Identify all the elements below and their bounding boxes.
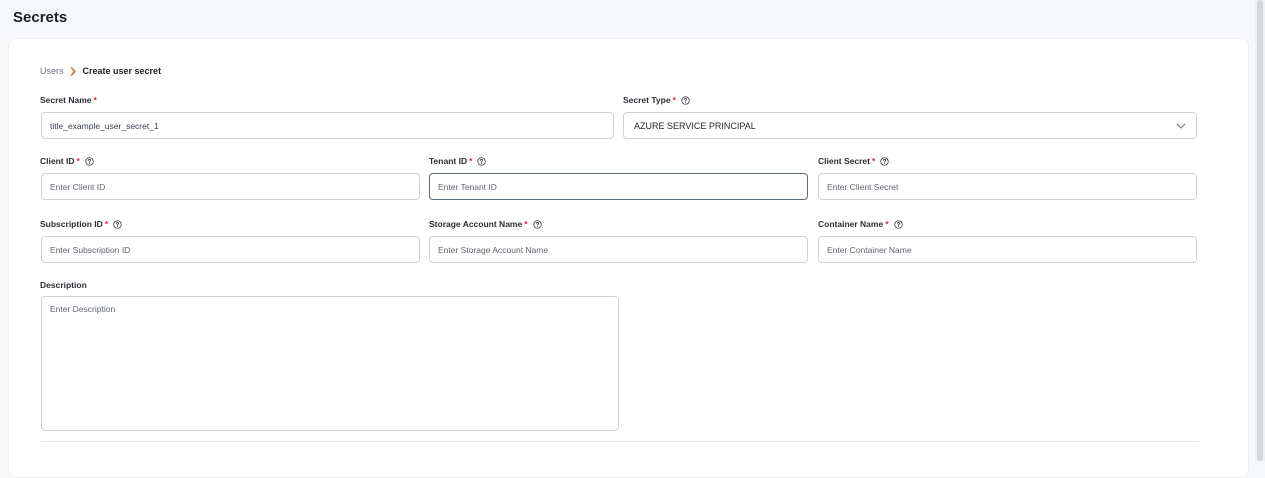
secret-name-input[interactable] [41, 112, 614, 139]
question-circle-icon[interactable] [532, 219, 542, 229]
client-secret-label-text: Client Secret [818, 156, 870, 166]
subscription-id-input[interactable] [41, 236, 420, 263]
chevron-right-icon [70, 66, 77, 76]
required-marker: * [524, 219, 528, 229]
secret-type-label-text: Secret Type [623, 95, 671, 105]
page-title: Secrets [13, 9, 68, 26]
required-marker: * [93, 95, 97, 105]
question-circle-icon[interactable] [85, 156, 94, 166]
subscription-id-label: Subscription ID * [40, 218, 122, 230]
secret-type-label: Secret Type * [623, 94, 690, 106]
scrollbar-thumb[interactable] [1257, 0, 1263, 461]
container-name-input[interactable] [818, 236, 1197, 263]
client-id-label: Client ID * [40, 155, 94, 167]
breadcrumb-users-link[interactable]: Users [40, 66, 64, 76]
client-secret-label: Client Secret * [818, 155, 889, 167]
subscription-id-label-text: Subscription ID [40, 219, 103, 229]
tenant-id-input[interactable] [429, 173, 808, 200]
required-marker: * [76, 156, 80, 166]
question-circle-icon[interactable] [880, 156, 889, 166]
breadcrumb: Users Create user secret [40, 64, 161, 78]
container-name-label: Container Name * [818, 218, 903, 230]
question-circle-icon[interactable] [893, 219, 903, 229]
secret-name-label-text: Secret Name [40, 95, 92, 105]
form-divider [41, 441, 1199, 442]
container-name-label-text: Container Name [818, 219, 884, 229]
required-marker: * [871, 156, 876, 166]
required-marker: * [469, 156, 473, 166]
question-circle-icon[interactable] [681, 95, 690, 105]
description-label: Description [40, 279, 87, 291]
secret-type-select[interactable]: AZURE SERVICE PRINCIPAL [623, 112, 1197, 139]
question-circle-icon[interactable] [113, 219, 122, 229]
client-secret-input[interactable] [818, 173, 1197, 200]
storage-account-name-input[interactable] [429, 236, 808, 263]
question-circle-icon[interactable] [477, 156, 487, 166]
required-marker: * [885, 219, 889, 229]
required-marker: * [672, 95, 676, 105]
secret-name-label: Secret Name * [40, 94, 97, 106]
breadcrumb-current: Create user secret [82, 66, 162, 76]
description-textarea[interactable] [41, 296, 619, 431]
client-id-input[interactable] [41, 173, 420, 200]
secret-type-selected-value: AZURE SERVICE PRINCIPAL [634, 120, 756, 131]
scrollbar-track[interactable] [1255, 0, 1265, 461]
storage-account-name-label: Storage Account Name * [429, 218, 542, 230]
tenant-id-label: Tenant ID * [429, 155, 487, 167]
description-label-text: Description [40, 280, 87, 290]
storage-account-name-label-text: Storage Account Name [429, 219, 523, 229]
tenant-id-label-text: Tenant ID [429, 156, 468, 166]
required-marker: * [104, 219, 109, 229]
chevron-down-icon [1176, 121, 1186, 131]
client-id-label-text: Client ID [40, 156, 75, 166]
